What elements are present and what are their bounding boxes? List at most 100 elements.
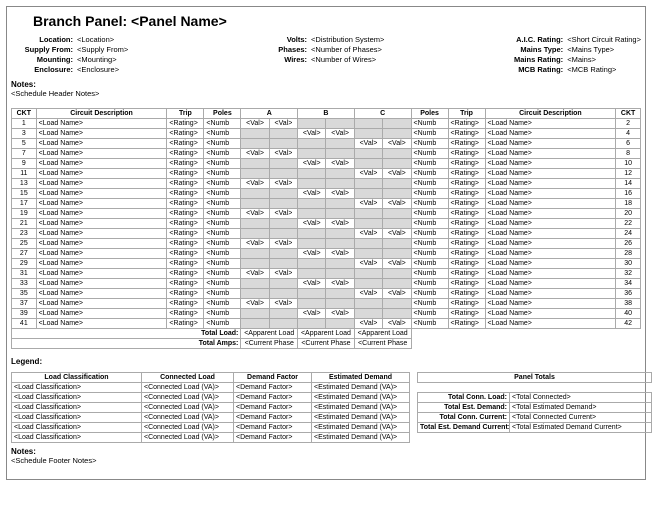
total-amps-B: <Current Phase [298, 339, 355, 349]
header-item: Volts:<Distribution System> [245, 35, 384, 44]
header-item: Mounting:<Mounting> [11, 55, 128, 64]
load-name-even: <Load Name> [485, 249, 616, 259]
total-load-B: <Apparent Load [298, 329, 355, 339]
phase-cell [298, 319, 326, 329]
phase-cell [269, 219, 297, 229]
trip-odd: <Rating> [167, 119, 204, 129]
ckt-odd: 3 [12, 129, 37, 139]
demand-factor: <Demand Factor> [234, 403, 312, 413]
trip-even: <Rating> [448, 189, 485, 199]
phase-cell [383, 129, 411, 139]
panel-total-label: Total Conn. Current: [418, 413, 510, 423]
phase-cell [326, 239, 354, 249]
phase-cell [354, 239, 382, 249]
trip-even: <Rating> [448, 219, 485, 229]
ckt-odd: 19 [12, 209, 37, 219]
phase-cell [269, 169, 297, 179]
total-amps-C: <Current Phase [354, 339, 411, 349]
header-label: Enclosure: [11, 65, 77, 74]
phase-cell [241, 199, 269, 209]
phase-cell [269, 139, 297, 149]
estimated-demand: <Estimated Demand (VA)> [312, 423, 410, 433]
phase-cell [269, 259, 297, 269]
phase-cell [269, 309, 297, 319]
ckt-even: 16 [616, 189, 641, 199]
poles-even: <Numb [411, 269, 448, 279]
phase-cell: <Val> [326, 219, 354, 229]
total-load-A: <Apparent Load [241, 329, 298, 339]
circuit-row: 3<Load Name><Rating><Numb<Val><Val><Numb… [12, 129, 641, 139]
phase-cell [383, 239, 411, 249]
col-estimated: Estimated Demand [312, 373, 410, 383]
load-name-even: <Load Name> [485, 189, 616, 199]
load-name-odd: <Load Name> [36, 179, 167, 189]
ckt-odd: 17 [12, 199, 37, 209]
phase-cell: <Val> [326, 129, 354, 139]
load-name-odd: <Load Name> [36, 279, 167, 289]
load-name-odd: <Load Name> [36, 119, 167, 129]
circuit-row: 39<Load Name><Rating><Numb<Val><Val><Num… [12, 309, 641, 319]
phase-cell [298, 239, 326, 249]
load-name-even: <Load Name> [485, 229, 616, 239]
trip-odd: <Rating> [167, 219, 204, 229]
phase-cell [326, 179, 354, 189]
summary-row: <Load Classification><Connected Load (VA… [12, 413, 652, 423]
header-notes: <Schedule Header Notes> [11, 89, 641, 98]
phase-cell: <Val> [298, 189, 326, 199]
circuit-row: 15<Load Name><Rating><Numb<Val><Val><Num… [12, 189, 641, 199]
phase-cell [241, 229, 269, 239]
trip-even: <Rating> [448, 289, 485, 299]
poles-odd: <Numb [204, 259, 241, 269]
ckt-even: 10 [616, 159, 641, 169]
total-load-label: Total Load: [12, 329, 241, 339]
ckt-even: 20 [616, 209, 641, 219]
header-value: <Supply From> [77, 45, 128, 54]
load-name-even: <Load Name> [485, 179, 616, 189]
trip-even: <Rating> [448, 169, 485, 179]
poles-odd: <Numb [204, 209, 241, 219]
ckt-even: 40 [616, 309, 641, 319]
load-name-odd: <Load Name> [36, 159, 167, 169]
phase-cell [326, 269, 354, 279]
phase-cell [354, 309, 382, 319]
phase-cell [354, 159, 382, 169]
circuit-row: 17<Load Name><Rating><Numb<Val><Val><Num… [12, 199, 641, 209]
circuit-row: 11<Load Name><Rating><Numb<Val><Val><Num… [12, 169, 641, 179]
trip-even: <Rating> [448, 259, 485, 269]
phase-cell: <Val> [298, 219, 326, 229]
poles-odd: <Numb [204, 269, 241, 279]
phase-cell [241, 159, 269, 169]
ckt-even: 26 [616, 239, 641, 249]
ckt-odd: 13 [12, 179, 37, 189]
phase-cell [326, 149, 354, 159]
trip-odd: <Rating> [167, 189, 204, 199]
trip-even: <Rating> [448, 119, 485, 129]
circuit-row: 21<Load Name><Rating><Numb<Val><Val><Num… [12, 219, 641, 229]
header-item: Phases:<Number of Phases> [245, 45, 384, 54]
phase-cell: <Val> [269, 209, 297, 219]
phase-cell [269, 159, 297, 169]
load-name-odd: <Load Name> [36, 229, 167, 239]
ckt-even: 18 [616, 199, 641, 209]
phase-cell [326, 289, 354, 299]
demand-factor: <Demand Factor> [234, 393, 312, 403]
phase-cell [354, 179, 382, 189]
panel-total-label [418, 383, 510, 393]
poles-odd: <Numb [204, 119, 241, 129]
summary-header-row: Load Classification Connected Load Deman… [12, 373, 652, 383]
ckt-odd: 25 [12, 239, 37, 249]
trip-even: <Rating> [448, 159, 485, 169]
ckt-even: 30 [616, 259, 641, 269]
estimated-demand: <Estimated Demand (VA)> [312, 433, 410, 443]
header-item: MCB Rating:<MCB Rating> [501, 65, 641, 74]
phase-cell: <Val> [326, 309, 354, 319]
header-label: A.I.C. Rating: [501, 35, 567, 44]
ckt-even: 2 [616, 119, 641, 129]
trip-odd: <Rating> [167, 279, 204, 289]
phase-cell [241, 139, 269, 149]
circuit-row: 5<Load Name><Rating><Numb<Val><Val><Numb… [12, 139, 641, 149]
phase-cell [354, 209, 382, 219]
panel-total-label: Total Conn. Load: [418, 393, 510, 403]
panel-header: Location:<Location>Supply From:<Supply F… [11, 35, 641, 74]
ckt-odd: 33 [12, 279, 37, 289]
